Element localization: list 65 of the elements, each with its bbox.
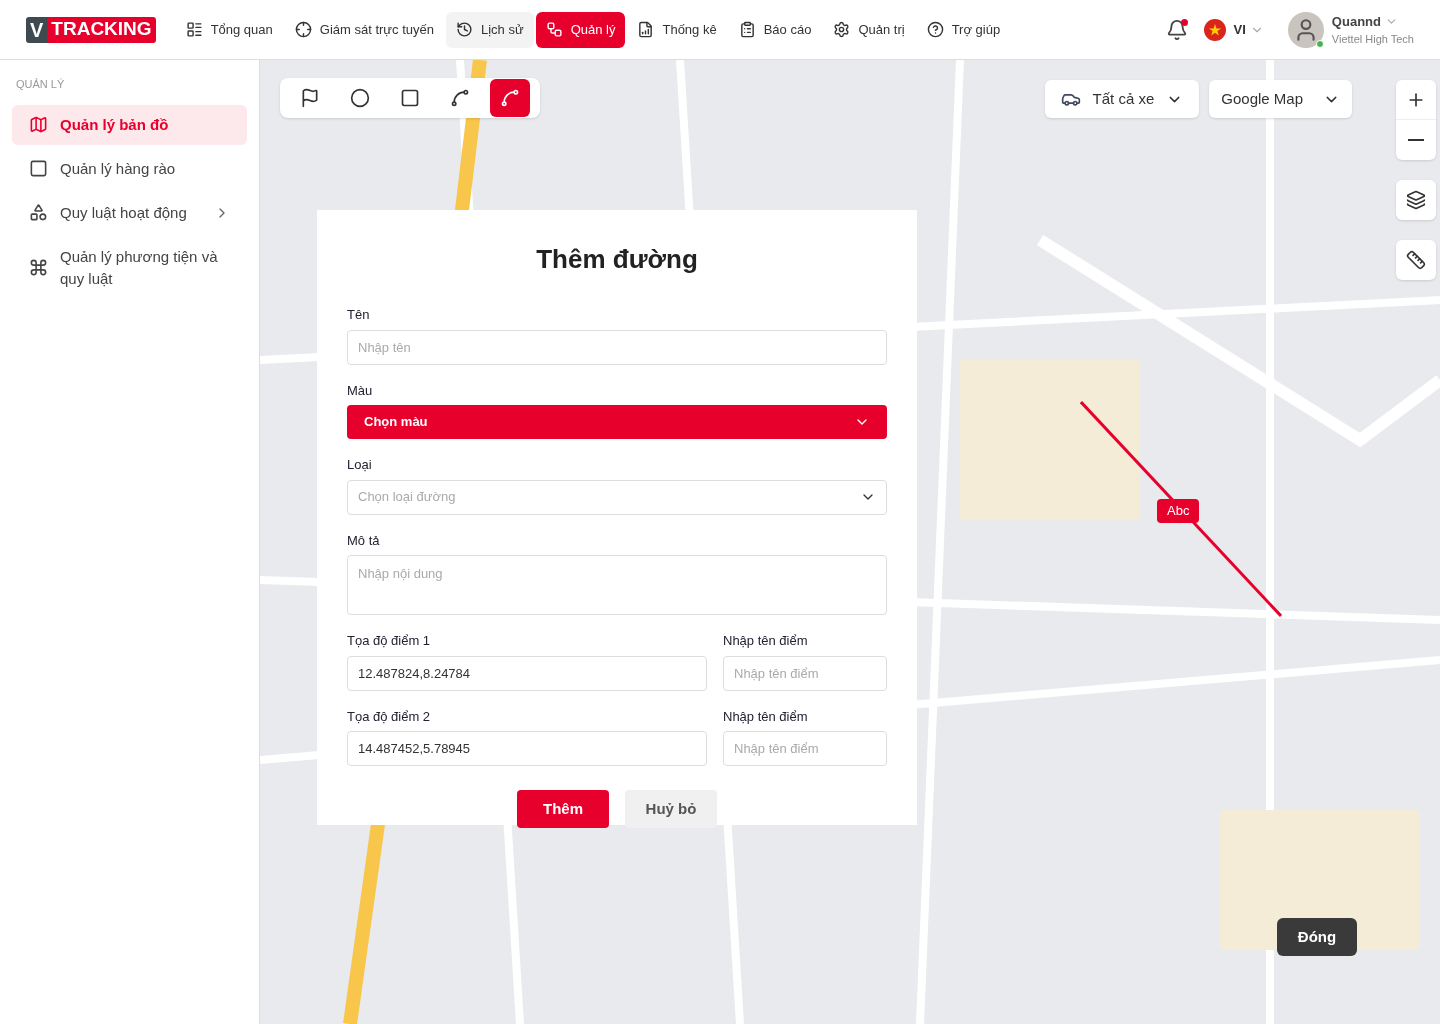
point-name-input[interactable]: Nhập tên điểm (723, 655, 887, 691)
layout-icon (185, 21, 203, 38)
line-icon (500, 88, 520, 108)
logo: V TRACKING (26, 16, 156, 43)
user-name: Quannd (1331, 12, 1381, 31)
coordinate-input[interactable]: 12.487824,8.24784 (347, 655, 707, 691)
sidebar-item[interactable]: Quy luật hoạt động (12, 192, 247, 233)
help-icon (926, 21, 944, 38)
circle-icon (350, 88, 370, 108)
ruler-button[interactable] (1396, 240, 1436, 280)
square-icon (400, 88, 420, 108)
history-icon (456, 21, 473, 38)
close-button[interactable]: Đóng (1277, 918, 1357, 956)
field-label: Nhập tên điểm (723, 632, 809, 650)
nav-tab[interactable]: Quản lý (535, 11, 626, 48)
nav-tab[interactable]: Thống kê (627, 11, 727, 48)
route-line[interactable] (1080, 401, 1282, 617)
field-label: Loại (347, 456, 373, 474)
vehicle-filter[interactable]: Tất cả xe (1044, 80, 1200, 118)
command-icon (29, 258, 48, 277)
nav-tab[interactable]: Báo cáo (728, 11, 822, 48)
map-icon (29, 115, 48, 134)
route-label: Abc (1157, 499, 1200, 523)
language-selector[interactable]: VI (1203, 18, 1264, 41)
flag-icon (1203, 18, 1226, 41)
nav-tab[interactable]: Giám sát trực tuyến (284, 11, 444, 48)
field-label: Nhập tên điểm (723, 707, 809, 726)
nav-tab[interactable]: Tổng quan (175, 11, 283, 48)
section-label: QUẢN LÝ (15, 77, 66, 92)
bell-icon[interactable] (1165, 18, 1188, 41)
clipboard-icon (738, 21, 756, 38)
sidebar-item[interactable]: Quản lý hàng rào (12, 148, 247, 189)
nav-tab[interactable]: Quản trị (823, 11, 915, 48)
avatar[interactable] (1287, 11, 1324, 48)
user-company: Viettel High Tech (1331, 32, 1414, 47)
nav-tab[interactable]: Trợ giúp (916, 11, 1011, 48)
shapes-icon (29, 203, 48, 222)
flag-icon (300, 88, 320, 108)
chart-file-icon (637, 21, 655, 38)
square-icon (29, 159, 48, 178)
field-label: Tên (347, 306, 371, 324)
color-select[interactable]: Chọn màu (347, 405, 887, 439)
ruler-icon (1406, 250, 1426, 270)
map-type-select[interactable]: Google Map (1209, 80, 1352, 118)
name-input[interactable]: Nhập tên (347, 329, 887, 365)
layers-icon (1406, 190, 1426, 210)
cancel-button[interactable]: Huỷ bỏ (625, 790, 717, 828)
point-name-input[interactable]: Nhập tên điểm (723, 731, 887, 766)
add-button[interactable]: Thêm (517, 790, 609, 828)
field-label: Màu (347, 381, 374, 400)
settings-icon (833, 21, 851, 38)
field-label: Mô tả (347, 531, 381, 550)
network-icon (545, 21, 563, 38)
language-code: VI (1233, 20, 1246, 39)
sidebar-item[interactable]: Quản lý bản đồ (12, 104, 247, 145)
dialog-title: Thêm đường (535, 243, 699, 276)
sidebar-item[interactable]: Quản lý phương tiện và quy luật (12, 236, 247, 299)
field-label: Tọa độ điểm 2 (347, 707, 432, 726)
nav-tab[interactable]: Lịch sử (446, 11, 534, 48)
field-label: Tọa độ điểm 1 (347, 632, 432, 650)
layers-button[interactable] (1396, 180, 1436, 220)
minus-icon (1408, 139, 1424, 141)
crosshair-icon (294, 21, 312, 38)
coordinate-input[interactable]: 14.487452,5.78945 (347, 731, 707, 766)
description-input[interactable]: Nhập nội dung (347, 555, 887, 615)
